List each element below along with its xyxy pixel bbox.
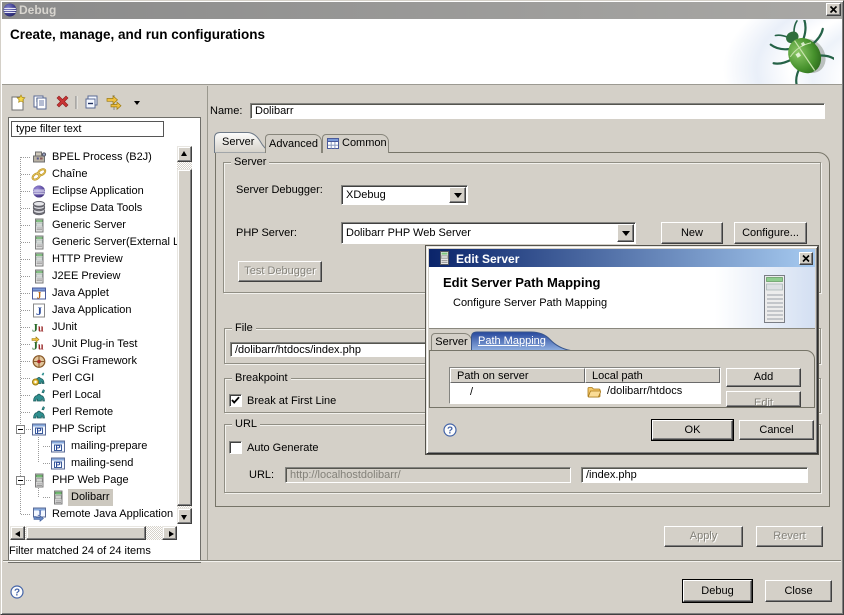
svg-text:J: J [36, 304, 42, 318]
svg-text:u: u [38, 342, 44, 353]
svg-text:P: P [36, 426, 41, 435]
svg-text:?: ? [14, 588, 20, 599]
svg-text:u: u [38, 324, 44, 335]
svg-text:J: J [37, 291, 42, 301]
svg-text:P: P [55, 460, 60, 469]
svg-text:?: ? [447, 426, 453, 437]
svg-text:P: P [55, 443, 60, 452]
